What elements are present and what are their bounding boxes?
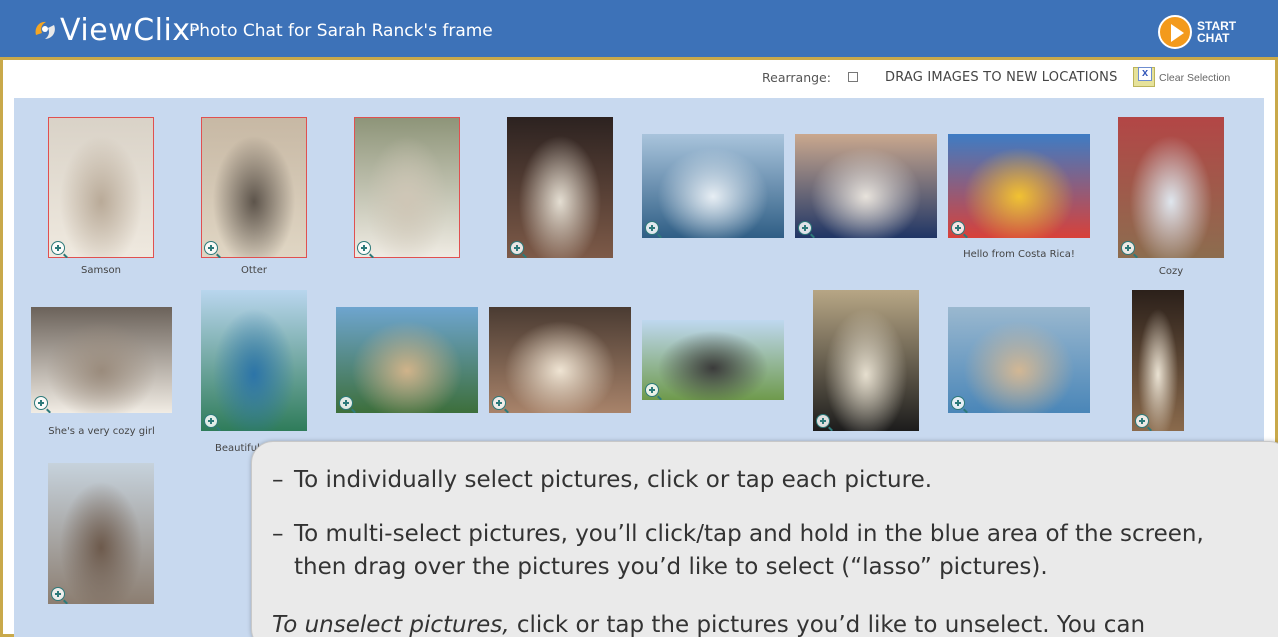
photo-thumbnail-old-town-window[interactable]	[489, 307, 631, 413]
zoom-in-icon[interactable]	[492, 396, 509, 413]
zoom-in-icon[interactable]	[339, 396, 356, 413]
page-title: Photo Chat for Sarah Ranck's frame	[189, 21, 493, 41]
zoom-in-icon[interactable]	[204, 414, 221, 431]
zoom-in-icon[interactable]	[951, 221, 968, 238]
photo-thumbnail-couple-selfie[interactable]	[795, 134, 937, 238]
logo-text: ViewClix	[60, 12, 191, 48]
tip-dash: –	[272, 467, 284, 493]
zoom-in-icon[interactable]	[645, 221, 662, 238]
zoom-in-icon[interactable]	[510, 241, 527, 258]
clear-selection-icon[interactable]	[1133, 67, 1155, 87]
photo-thumbnail-wedding-dance[interactable]	[1132, 290, 1184, 431]
photo-thumbnail-woman-holding-baby[interactable]	[354, 117, 460, 258]
zoom-in-icon[interactable]	[51, 241, 68, 258]
photo-caption: Cozy	[1158, 266, 1184, 277]
photo-thumbnail-coastal-cliffs[interactable]	[201, 290, 307, 431]
viewclix-logo: ViewClix ™	[32, 12, 200, 48]
zoom-in-icon[interactable]	[645, 383, 662, 400]
play-icon	[1158, 15, 1192, 49]
photo-thumbnail-baby-sleeping[interactable]	[48, 117, 154, 258]
zoom-in-icon[interactable]	[816, 414, 833, 431]
photo-thumbnail-cinque-terre[interactable]	[336, 307, 478, 413]
photo-caption: She's a very cozy girl	[48, 426, 155, 437]
rearrange-label: Rearrange:	[762, 70, 831, 85]
zoom-in-icon[interactable]	[204, 241, 221, 258]
photo-caption: Hello from Costa Rica!	[963, 249, 1075, 260]
zoom-in-icon[interactable]	[798, 221, 815, 238]
tip-unselect: To unselect pictures, click or tap the p…	[272, 612, 1145, 637]
tip-individual-select: – To individually select pictures, click…	[272, 464, 1272, 497]
zoom-in-icon[interactable]	[34, 396, 51, 413]
tip-text: To individually select pictures, click o…	[294, 467, 933, 493]
photo-caption: Samson	[81, 265, 121, 276]
tip-dash: –	[272, 521, 284, 547]
photo-thumbnail-man-at-table[interactable]	[948, 307, 1090, 413]
drag-instruction: DRAG IMAGES TO NEW LOCATIONS	[885, 70, 1118, 85]
zoom-in-icon[interactable]	[951, 396, 968, 413]
photo-thumbnail-windmills[interactable]	[642, 320, 784, 400]
zoom-in-icon[interactable]	[51, 587, 68, 604]
photo-thumbnail-tower-street[interactable]	[48, 463, 154, 604]
photo-thumbnail-ocean-view[interactable]	[642, 134, 784, 238]
tip-multi-select: – To multi-select pictures, you’ll click…	[272, 518, 1262, 584]
photo-thumbnail-cat-on-couch[interactable]	[201, 117, 307, 258]
photo-thumbnail-dog-in-bed[interactable]	[31, 307, 172, 413]
logo-swirl-icon	[35, 21, 55, 39]
help-tip-panel: – To individually select pictures, click…	[251, 441, 1278, 637]
zoom-in-icon[interactable]	[357, 241, 374, 258]
start-chat-button[interactable]: START CHAT	[1158, 14, 1237, 50]
start-chat-label: START CHAT	[1197, 19, 1237, 45]
photo-thumbnail-group-party[interactable]	[507, 117, 613, 258]
selection-toolbar: Rearrange: DRAG IMAGES TO NEW LOCATIONS …	[0, 63, 1278, 93]
tip-unselect-emphasis: To unselect pictures,	[272, 612, 510, 637]
zoom-in-icon[interactable]	[1121, 241, 1138, 258]
tip-text: To multi-select pictures, you’ll click/t…	[294, 521, 1204, 580]
photo-thumbnail-dog-on-sofa[interactable]	[1118, 117, 1224, 258]
rearrange-checkbox[interactable]	[848, 72, 858, 82]
app-header: ViewClix ™ Photo Chat for Sarah Ranck's …	[0, 0, 1278, 60]
photo-caption: Otter	[241, 265, 267, 276]
clear-selection-link[interactable]: Clear Selection	[1159, 72, 1230, 84]
photo-thumbnail-black-dog[interactable]	[813, 290, 919, 431]
zoom-in-icon[interactable]	[1135, 414, 1152, 431]
photo-thumbnail-jaco-sign[interactable]	[948, 134, 1090, 238]
tip-unselect-text: click or tap the pictures you’d like to …	[509, 612, 1146, 637]
